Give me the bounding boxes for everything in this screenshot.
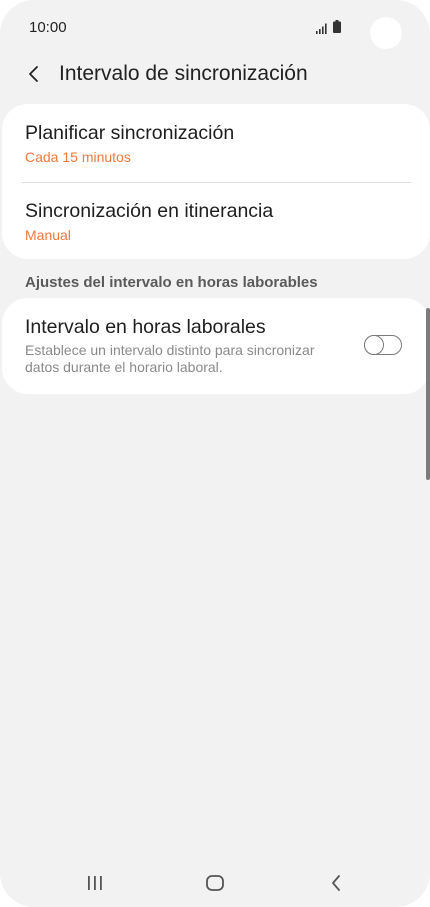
back-icon bbox=[332, 875, 340, 891]
header: Intervalo de sincronización bbox=[0, 52, 430, 98]
navigation-bar bbox=[0, 860, 430, 907]
schedule-sync-item[interactable]: Planificar sincronización Cada 15 minuto… bbox=[2, 104, 430, 182]
work-hours-interval-description: Establece un intervalo distinto para sin… bbox=[25, 342, 315, 375]
work-hours-card: Intervalo en horas laborales Establece u… bbox=[2, 298, 430, 394]
camera-cutout bbox=[370, 17, 402, 49]
phone-screen: 10:00 Intervalo de sincronización Planif… bbox=[0, 0, 430, 907]
schedule-sync-title: Planificar sincronización bbox=[25, 122, 235, 144]
sync-settings-card: Planificar sincronización Cada 15 minuto… bbox=[2, 104, 430, 259]
home-button[interactable] bbox=[195, 868, 235, 898]
schedule-sync-value: Cada 15 minutos bbox=[25, 149, 131, 165]
page-title: Intervalo de sincronización bbox=[59, 62, 308, 85]
battery-icon bbox=[333, 20, 341, 33]
back-nav-button[interactable] bbox=[316, 868, 356, 898]
recents-button[interactable] bbox=[75, 868, 115, 898]
status-bar: 10:00 bbox=[0, 0, 430, 56]
work-hours-toggle[interactable] bbox=[363, 334, 402, 355]
section-header: Ajustes del intervalo en horas laborable… bbox=[25, 274, 318, 291]
work-hours-interval-item[interactable]: Intervalo en horas laborales Establece u… bbox=[2, 298, 430, 394]
toggle-knob bbox=[363, 334, 384, 355]
work-hours-interval-title: Intervalo en horas laborales bbox=[25, 316, 266, 338]
roaming-sync-title: Sincronización en itinerancia bbox=[25, 200, 274, 222]
status-time: 10:00 bbox=[29, 19, 67, 36]
back-button[interactable] bbox=[20, 60, 48, 88]
home-icon bbox=[206, 875, 224, 891]
roaming-sync-item[interactable]: Sincronización en itinerancia Manual bbox=[2, 183, 430, 259]
chevron-left-icon bbox=[29, 66, 38, 82]
roaming-sync-value: Manual bbox=[25, 227, 71, 243]
signal-icon bbox=[316, 23, 327, 34]
recents-icon bbox=[88, 876, 102, 890]
scroll-indicator[interactable] bbox=[426, 308, 430, 480]
